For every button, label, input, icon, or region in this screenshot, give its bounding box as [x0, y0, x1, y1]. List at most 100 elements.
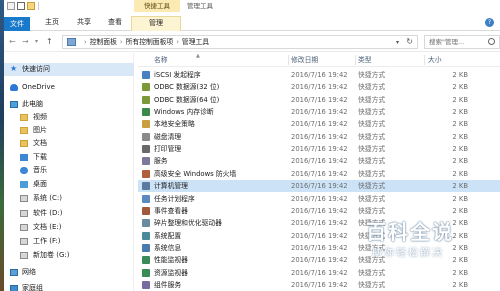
file-size: 2 KB: [452, 108, 468, 117]
file-date: 2016/7/16 19:42: [291, 145, 348, 154]
column-divider[interactable]: [355, 55, 356, 65]
nav-item-pictures[interactable]: 图片: [4, 124, 134, 137]
file-row[interactable]: 磁盘清理 2016/7/16 19:42 快捷方式 2 KB: [138, 131, 500, 143]
network-icon: [10, 269, 18, 276]
tab-manage[interactable]: 管理: [131, 16, 181, 31]
file-size: 2 KB: [452, 194, 468, 203]
breadcrumb-separator-icon: ›: [84, 38, 87, 46]
nav-item-music[interactable]: 音乐: [4, 164, 134, 177]
nav-item-downloads[interactable]: 下载: [4, 151, 134, 164]
search-box[interactable]: 搜索"管理...: [424, 35, 500, 49]
refresh-icon[interactable]: ↻: [406, 36, 413, 48]
ribbon-tab-bar: 文件 主页 共享 查看 管理 ?: [4, 12, 500, 31]
breadcrumb-separator-icon: ›: [119, 38, 123, 46]
search-input[interactable]: 搜索"管理...: [429, 36, 464, 48]
properties-icon[interactable]: [17, 2, 25, 10]
nav-item-label: 文档 (E:): [33, 223, 62, 231]
file-name: ODBC 数据源(32 位): [154, 83, 220, 92]
file-size: 2 KB: [452, 169, 468, 178]
nav-item-desktop[interactable]: 桌面: [4, 178, 134, 191]
file-row[interactable]: 高级安全 Windows 防火墙 2016/7/16 19:42 快捷方式 2 KB: [138, 168, 500, 180]
column-header-size[interactable]: 大小: [428, 53, 442, 67]
nav-item-drive-e[interactable]: 文档 (E:): [4, 221, 134, 234]
file-date: 2016/7/16 19:42: [291, 108, 348, 117]
nav-item-label: OneDrive: [22, 83, 55, 91]
nav-item-label: 下载: [33, 153, 47, 161]
nav-item-drive-d[interactable]: 软件 (D:): [4, 207, 134, 220]
nav-item-documents[interactable]: 文档: [4, 137, 134, 150]
column-header-type[interactable]: 类型: [358, 53, 372, 67]
up-arrow-icon[interactable]: ↑: [46, 37, 53, 47]
context-tab-group-label: 快捷工具: [134, 0, 180, 12]
help-icon[interactable]: ?: [485, 18, 494, 27]
drive-icon: [20, 224, 28, 231]
nav-item-label: 图片: [33, 126, 47, 134]
file-name: 本地安全策略: [154, 120, 195, 129]
nav-item-this-pc[interactable]: 此电脑: [4, 98, 134, 111]
file-row[interactable]: 任务计划程序 2016/7/16 19:42 快捷方式 2 KB: [138, 193, 500, 205]
nav-item-homegroup[interactable]: 家庭组: [4, 282, 134, 291]
tab-view[interactable]: 查看: [105, 16, 125, 31]
iscsi-icon: [142, 71, 150, 79]
component-services-icon: [142, 280, 150, 289]
nav-item-onedrive[interactable]: OneDrive: [4, 81, 134, 94]
breadcrumb-admin-tools[interactable]: 管理工具: [182, 38, 209, 46]
watermark: 百科全说 助你轻松解决: [362, 216, 482, 276]
desktop-icon: [20, 181, 28, 188]
folder-icon[interactable]: [7, 2, 15, 10]
nav-item-drive-c[interactable]: 系统 (C:): [4, 192, 134, 205]
nav-item-label: 视频: [33, 113, 47, 121]
column-header-name[interactable]: 名称: [154, 53, 168, 67]
drive-icon: [20, 238, 28, 245]
forward-arrow-icon[interactable]: →: [22, 37, 29, 47]
nav-item-quick-access[interactable]: ★ 快速访问: [4, 63, 134, 76]
file-type: 快捷方式: [358, 145, 386, 154]
file-date: 2016/7/16 19:42: [291, 95, 348, 104]
file-size: 2 KB: [452, 71, 468, 79]
file-row[interactable]: 组件服务 2016/7/16 19:42 快捷方式 2 KB: [138, 279, 500, 291]
file-type: 快捷方式: [358, 194, 386, 203]
file-row[interactable]: iSCSI 发起程序 2016/7/16 19:42 快捷方式 2 KB: [138, 69, 500, 81]
resource-monitor-icon: [142, 268, 150, 277]
file-name: 事件查看器: [154, 206, 188, 215]
file-date: 2016/7/16 19:42: [291, 120, 348, 129]
file-name: iSCSI 发起程序: [154, 71, 201, 79]
column-divider[interactable]: [424, 55, 425, 65]
new-folder-icon[interactable]: [27, 2, 35, 10]
file-row[interactable]: Windows 内存诊断 2016/7/16 19:42 快捷方式 2 KB: [138, 106, 500, 118]
tab-share[interactable]: 共享: [74, 16, 94, 31]
tab-file[interactable]: 文件: [4, 17, 30, 31]
column-header-date[interactable]: 修改日期: [291, 53, 318, 67]
breadcrumb-control-panel[interactable]: 控制面板: [90, 38, 117, 46]
file-row[interactable]: 计算机管理 2016/7/16 19:42 快捷方式 2 KB: [138, 180, 500, 193]
address-dropdown-chevron-icon[interactable]: ▾: [396, 37, 399, 48]
search-icon[interactable]: [488, 38, 495, 45]
download-icon: [20, 154, 28, 161]
file-type: 快捷方式: [358, 280, 386, 289]
file-row[interactable]: 服务 2016/7/16 19:42 快捷方式 2 KB: [138, 155, 500, 167]
file-row[interactable]: 本地安全策略 2016/7/16 19:42 快捷方式 2 KB: [138, 118, 500, 130]
back-arrow-icon[interactable]: ←: [9, 37, 16, 47]
breadcrumb-all-items[interactable]: 所有控制面板项: [126, 38, 174, 46]
nav-item-network[interactable]: 网络: [4, 266, 134, 279]
homegroup-icon: [10, 285, 18, 291]
tab-home[interactable]: 主页: [42, 16, 62, 31]
recent-locations-chevron-icon[interactable]: ▾: [35, 37, 38, 47]
nav-item-label: 文档: [33, 139, 47, 147]
nav-item-drive-g[interactable]: 新加卷 (G:): [4, 249, 134, 262]
address-bar[interactable]: › 控制面板 › 所有控制面板项 › 管理工具 ▾ ↻: [62, 35, 418, 49]
file-row[interactable]: ODBC 数据源(32 位) 2016/7/16 19:42 快捷方式 2 KB: [138, 81, 500, 93]
file-size: 2 KB: [452, 132, 468, 141]
file-date: 2016/7/16 19:42: [291, 157, 348, 166]
file-row[interactable]: 打印管理 2016/7/16 19:42 快捷方式 2 KB: [138, 143, 500, 155]
nav-item-videos[interactable]: 视频: [4, 111, 134, 124]
file-date: 2016/7/16 19:42: [291, 231, 348, 240]
file-date: 2016/7/16 19:42: [291, 169, 348, 178]
nav-item-drive-f[interactable]: 工作 (F:): [4, 235, 134, 248]
file-row[interactable]: ODBC 数据源(64 位) 2016/7/16 19:42 快捷方式 2 KB: [138, 94, 500, 106]
nav-item-label: 桌面: [33, 180, 47, 188]
column-divider[interactable]: [288, 55, 289, 65]
file-date: 2016/7/16 19:42: [291, 280, 348, 289]
drive-icon: [20, 210, 28, 217]
event-viewer-icon: [142, 206, 150, 215]
